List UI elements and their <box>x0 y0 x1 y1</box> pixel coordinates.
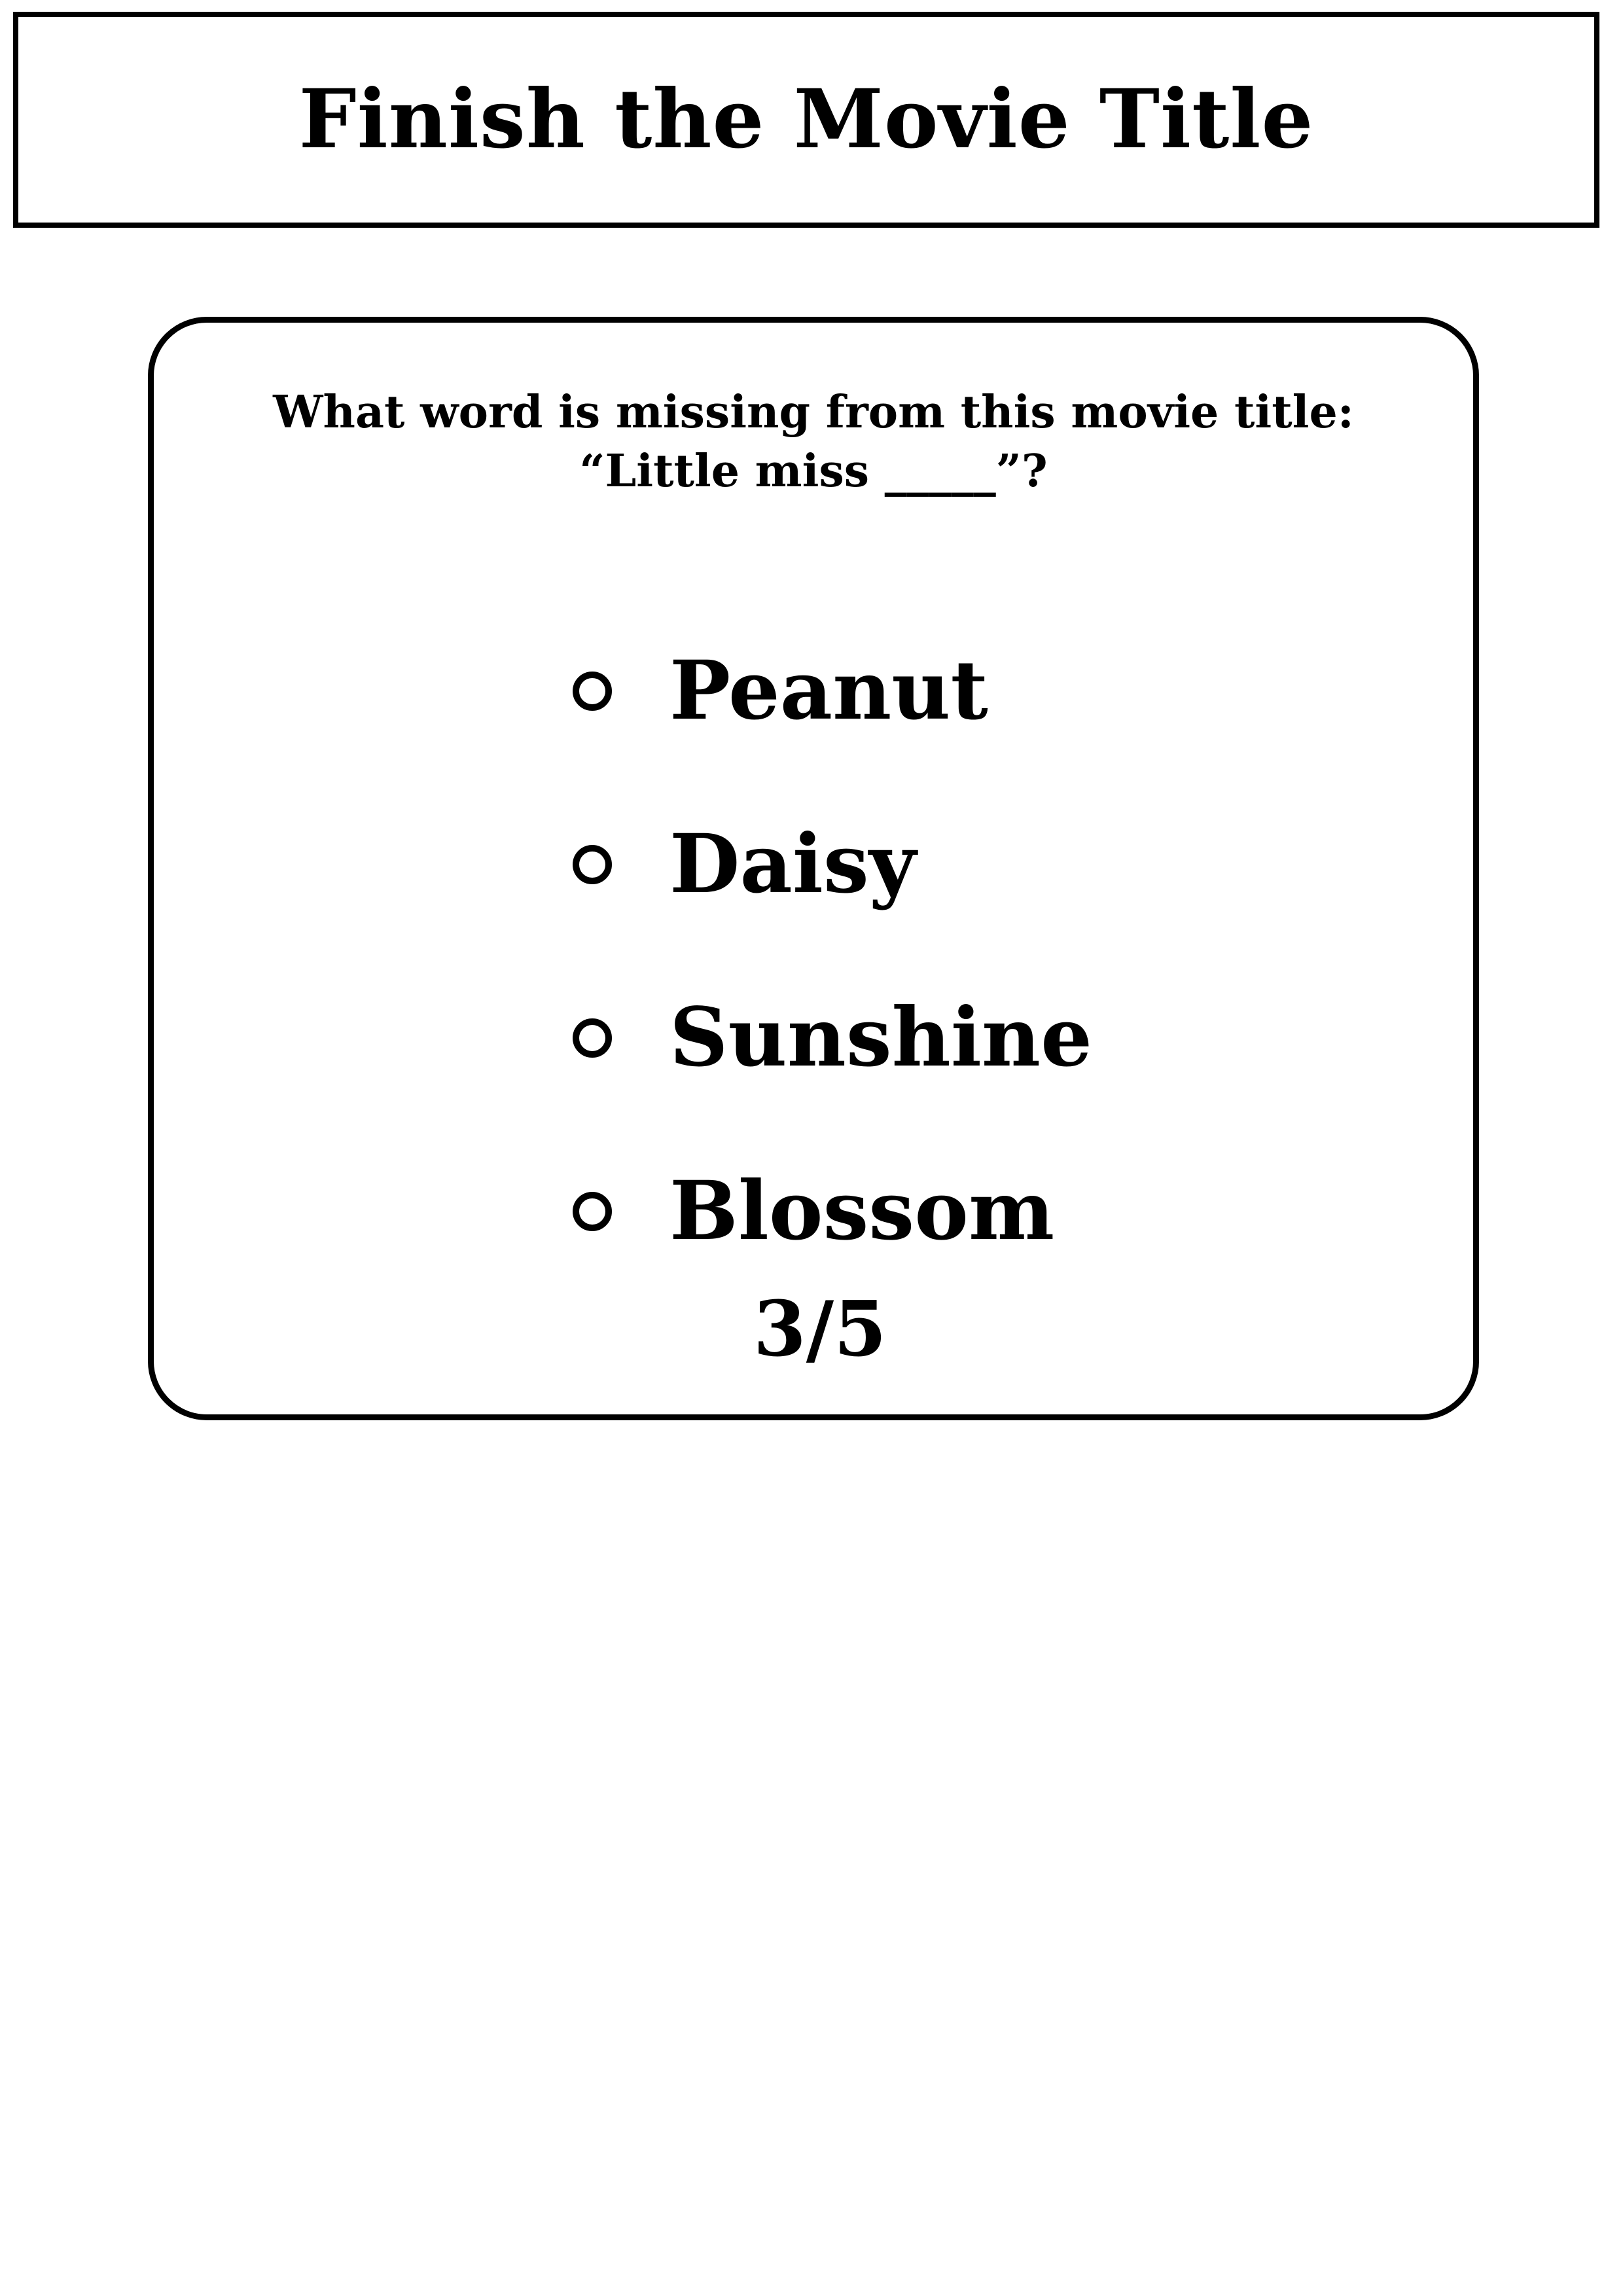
answer-options: Peanut Daisy Sunshine Blossom <box>573 604 1358 1298</box>
option-daisy[interactable]: Daisy <box>573 778 1358 951</box>
option-label: Sunshine <box>669 990 1092 1085</box>
question-line-1: What word is missing from this movie tit… <box>273 386 1354 439</box>
option-label: Daisy <box>669 816 916 912</box>
option-blossom[interactable]: Blossom <box>573 1124 1358 1298</box>
question-progress: 3/5 <box>753 1285 887 1374</box>
title-box: Finish the Movie Title <box>13 12 1599 228</box>
radio-icon[interactable] <box>573 1191 612 1231</box>
radio-icon[interactable] <box>573 1018 612 1058</box>
question-card: What word is missing from this movie tit… <box>148 317 1479 1420</box>
page-title: Finish the Movie Title <box>298 72 1314 167</box>
option-peanut[interactable]: Peanut <box>573 604 1358 778</box>
option-label: Blossom <box>669 1163 1055 1259</box>
question-line-2: “Little miss _____”? <box>579 445 1048 497</box>
option-sunshine[interactable]: Sunshine <box>573 951 1358 1124</box>
radio-icon[interactable] <box>573 844 612 884</box>
option-label: Peanut <box>669 643 988 738</box>
radio-icon[interactable] <box>573 671 612 711</box>
question-text: What word is missing from this movie tit… <box>154 383 1473 501</box>
